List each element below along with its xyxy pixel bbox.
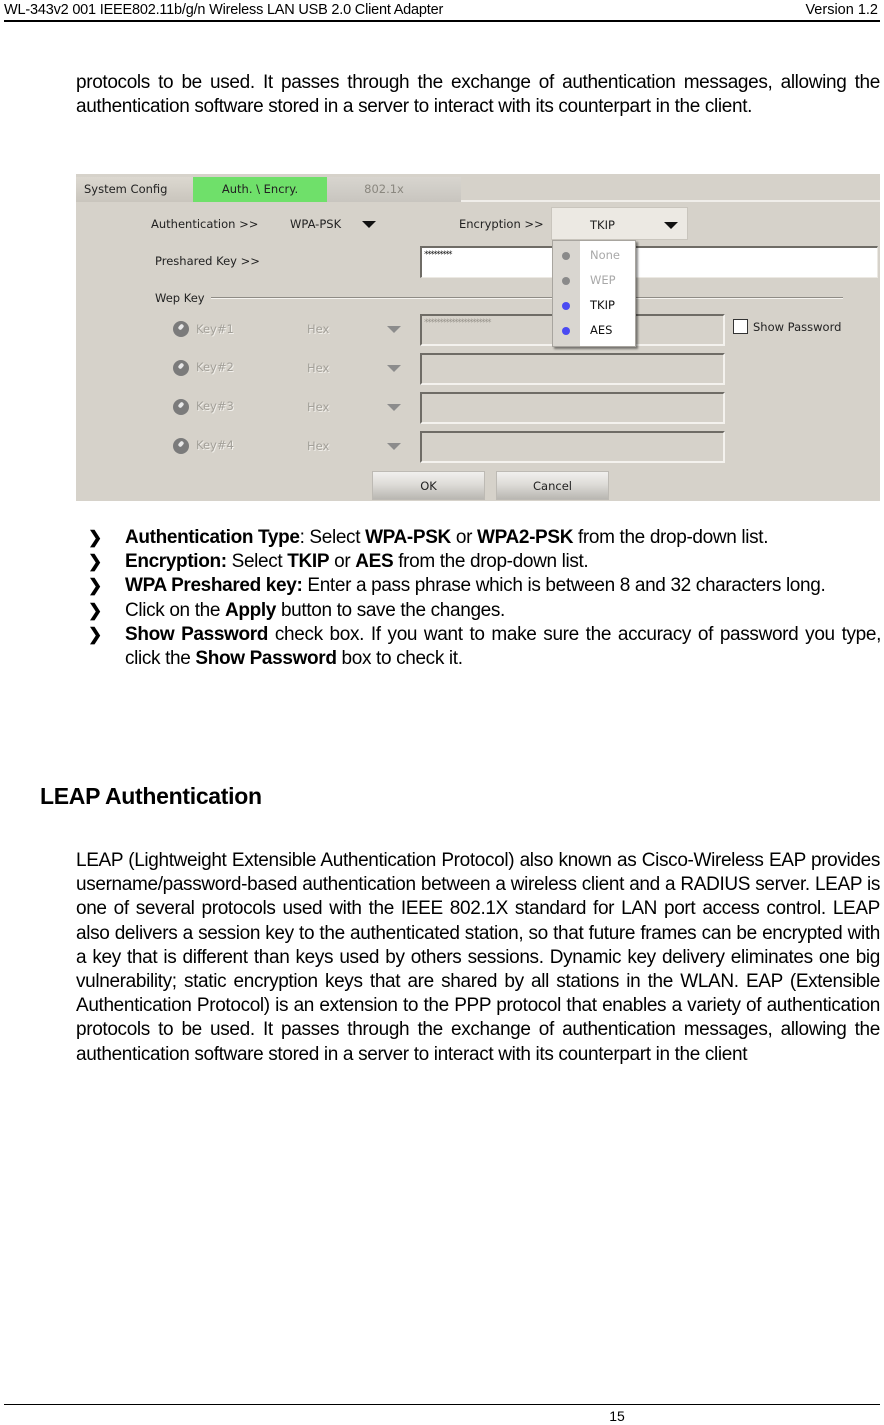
arrow-bullet-icon: ❯ (88, 552, 102, 572)
arrow-bullet-icon: ❯ (88, 528, 102, 547)
option-label: WEP (590, 273, 616, 287)
radio-icon[interactable] (173, 399, 189, 415)
chevron-down-icon[interactable] (387, 443, 401, 450)
authentication-value: WPA-PSK (290, 217, 342, 231)
wep-key-label: Key#4 (196, 438, 234, 452)
term: Show Password (195, 648, 337, 670)
section-title: LEAP Authentication (40, 783, 262, 809)
wep-key-group-label: Wep Key (155, 291, 205, 305)
text: Click on the (125, 599, 225, 621)
wep-key-label: Key#1 (196, 322, 234, 336)
authentication-label: Authentication >> (151, 217, 259, 231)
term: Show Password (125, 623, 269, 645)
text: Select (226, 551, 288, 573)
list-item: ❯ Show Password check box. If you want t… (88, 623, 881, 671)
chevron-down-icon[interactable] (387, 365, 401, 372)
encryption-option-aes[interactable]: AES (553, 318, 635, 342)
page-number: 15 (609, 1408, 625, 1424)
preshared-key-value: ********* (424, 250, 453, 260)
arrow-bullet-icon: ❯ (88, 624, 102, 644)
text: button to save the changes. (276, 599, 505, 621)
chevron-down-icon[interactable] (362, 221, 376, 228)
term: AES (355, 551, 394, 573)
ok-button[interactable]: OK (372, 471, 485, 500)
text: from the drop-down list. (393, 551, 589, 573)
wep-key-input[interactable] (420, 392, 725, 424)
option-label: AES (590, 323, 613, 337)
text: or (329, 551, 356, 573)
wep-key-format[interactable]: Hex (307, 322, 329, 336)
wep-key-label: Key#2 (196, 360, 234, 374)
instruction-list: ❯ Authentication Type: Select WPA-PSK or… (88, 526, 881, 671)
auth-encryption-dialog-screenshot: System Config Auth. \ Encry. 802.1x Auth… (76, 174, 880, 501)
list-item: ❯ WPA Preshared key: Enter a pass phrase… (88, 574, 881, 598)
wep-key-format[interactable]: Hex (307, 439, 329, 453)
bullet-dot-icon (562, 252, 570, 260)
wep-key-value: ********************** (424, 318, 492, 328)
encryption-label: Encryption >> (459, 217, 544, 231)
wep-key-input[interactable] (420, 353, 725, 385)
bullet-dot-icon (562, 302, 570, 310)
term: WPA2-PSK (477, 527, 574, 548)
document-version: Version 1.2 (805, 2, 878, 18)
text: box to check it. (336, 648, 463, 670)
wep-key-format[interactable]: Hex (307, 361, 329, 375)
encryption-option-none[interactable]: None (553, 243, 635, 267)
leap-paragraph: LEAP (Lightweight Extensible Authenticat… (76, 850, 880, 1065)
radio-icon[interactable] (173, 321, 189, 337)
text: from the drop-down list. (573, 527, 769, 548)
chevron-down-icon[interactable] (387, 404, 401, 411)
bullet-dot-icon (562, 277, 570, 285)
encryption-option-wep[interactable]: WEP (553, 268, 635, 292)
term: WPA-PSK (365, 527, 451, 548)
text: Enter a pass phrase which is between 8 a… (302, 575, 826, 597)
term: Apply (225, 599, 277, 621)
term: Authentication Type (125, 527, 300, 548)
text: : Select (299, 527, 366, 548)
term: Encryption: (125, 551, 227, 573)
list-item: ❯ Authentication Type: Select WPA-PSK or… (88, 526, 881, 550)
chevron-down-icon[interactable] (387, 326, 401, 333)
list-item: ❯ Encryption: Select TKIP or AES from th… (88, 550, 881, 574)
option-label: TKIP (590, 298, 615, 312)
arrow-bullet-icon: ❯ (88, 576, 102, 596)
list-item: ❯ Click on the Apply button to save the … (88, 599, 881, 623)
chevron-down-icon[interactable] (664, 222, 678, 229)
document-title: WL-343v2 001 IEEE802.11b/g/n Wireless LA… (4, 2, 444, 18)
tab-8021x[interactable]: 802.1x (327, 177, 461, 202)
encryption-option-tkip[interactable]: TKIP (553, 293, 635, 317)
cancel-button[interactable]: Cancel (496, 471, 609, 500)
encryption-select[interactable]: TKIP (551, 207, 688, 240)
wep-key-label: Key#3 (196, 399, 234, 413)
encryption-dropdown-list: None WEP TKIP AES (552, 240, 636, 347)
page-header: WL-343v2 001 IEEE802.11b/g/n Wireless LA… (4, 0, 880, 22)
tab-bar: System Config Auth. \ Encry. 802.1x (76, 174, 880, 202)
footer-divider (4, 1404, 880, 1405)
bullet-dot-icon (562, 327, 570, 335)
encryption-value: TKIP (590, 218, 615, 232)
term: WPA Preshared key: (125, 575, 303, 597)
tab-auth-encry[interactable]: Auth. \ Encry. (193, 177, 327, 202)
wep-key-format[interactable]: Hex (307, 400, 329, 414)
wep-key-input[interactable] (420, 431, 725, 463)
intro-paragraph: protocols to be used. It passes through … (76, 72, 880, 118)
checkbox-icon[interactable] (733, 319, 748, 334)
text: or (450, 527, 477, 548)
term: TKIP (287, 551, 330, 573)
group-divider (211, 297, 843, 299)
tab-system-config[interactable]: System Config (76, 177, 193, 202)
radio-icon[interactable] (173, 360, 189, 376)
arrow-bullet-icon: ❯ (88, 600, 102, 620)
preshared-key-input[interactable]: ********* (420, 246, 878, 278)
preshared-key-label: Preshared Key >> (155, 254, 260, 268)
show-password-label: Show Password (753, 320, 842, 334)
radio-icon[interactable] (173, 438, 189, 454)
option-label: None (590, 248, 621, 262)
